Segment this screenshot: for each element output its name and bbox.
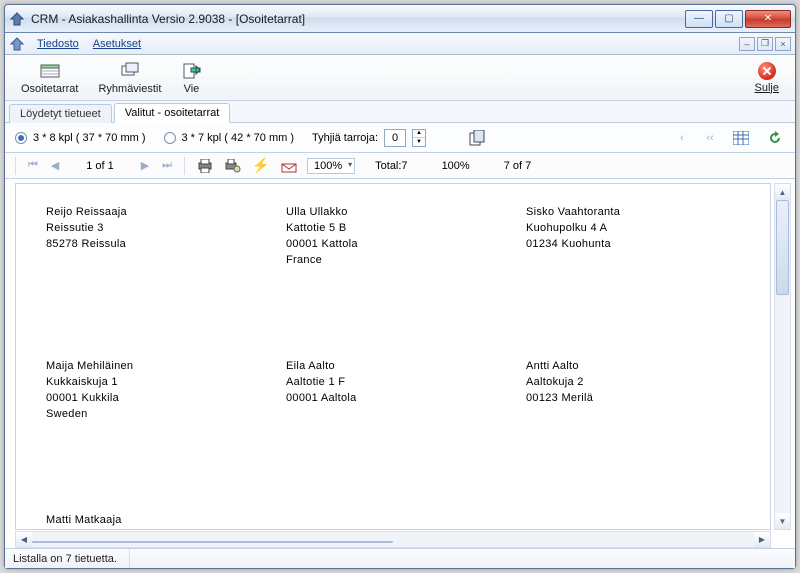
address-label: Maija MehiläinenKukkaiskuja 100001 Kukki… [46, 358, 286, 422]
empty-labels-caption: Tyhjiä tarroja: [312, 132, 378, 144]
first-page-button[interactable]: ⏮ [26, 159, 40, 172]
address-label: Eila AaltoAaltotie 1 F00001 Aaltola [286, 358, 526, 422]
format-3x8-label: 3 * 8 kpl ( 37 * 70 mm ) [33, 132, 146, 144]
window-title: CRM - Asiakashallinta Versio 2.9038 - [O… [31, 12, 683, 26]
menu-settings[interactable]: Asetukset [87, 36, 147, 52]
tabstrip: Löydetyt tietueet Valitut - osoitetarrat [5, 101, 795, 123]
label-page: Reijo ReissaajaReissutie 385278 Reissula… [46, 204, 766, 528]
scroll-thumb[interactable] [776, 200, 789, 295]
labels-button[interactable]: Osoitetarrat [11, 57, 88, 99]
format-3x7-radio[interactable]: 3 * 7 kpl ( 42 * 70 mm ) [164, 132, 295, 144]
groupmsg-icon [120, 61, 140, 81]
refresh-button[interactable] [765, 129, 785, 147]
label-grid: Reijo ReissaajaReissutie 385278 Reissula… [46, 204, 766, 528]
groupmsg-button-label: Ryhmäviestit [98, 83, 161, 95]
export-button-label: Vie [184, 83, 200, 95]
status-text: Listalla on 7 tietuetta. [13, 549, 130, 568]
mdi-restore-button[interactable]: ❐ [757, 37, 773, 51]
export-report-button[interactable] [279, 157, 299, 175]
document-area: Reijo ReissaajaReissutie 385278 Reissula… [5, 179, 795, 548]
mdi-close-button[interactable]: × [775, 37, 791, 51]
address-label: Ulla UllakkoKattotie 5 B00001 KattolaFra… [286, 204, 526, 268]
horizontal-scrollbar[interactable]: ◀ ▶ [15, 531, 771, 548]
total-label: Total:7 [375, 160, 407, 172]
print-button[interactable] [195, 157, 215, 175]
labels-icon [40, 61, 60, 81]
tab-found[interactable]: Löydetyt tietueet [9, 104, 112, 123]
format-3x8-radio[interactable]: 3 * 8 kpl ( 37 * 70 mm ) [15, 132, 146, 144]
hscroll-thumb[interactable] [32, 541, 393, 543]
mdi-buttons: – ❐ × [739, 37, 791, 51]
copy-button[interactable] [468, 129, 488, 147]
document-pane[interactable]: Reijo ReissaajaReissutie 385278 Reissula… [15, 183, 771, 530]
address-label: Antti AaltoAaltokuja 200123 Merilä [526, 358, 766, 422]
home-icon [9, 36, 25, 52]
close-button[interactable]: Sulje [745, 57, 789, 99]
empty-labels-spinner[interactable]: ▲▼ [412, 129, 426, 147]
groupmsg-button[interactable]: Ryhmäviestit [88, 57, 171, 99]
report-toolbar: ⏮ ◀ 1 of 1 ▶ ⏭ ⚡ 100% Total:7 100% 7 of … [5, 153, 795, 179]
page-of-label: 1 of 1 [70, 160, 130, 172]
export-button[interactable]: Vie [171, 57, 211, 99]
close-button-label: Sulje [755, 82, 779, 94]
mdi-minimize-button[interactable]: – [739, 37, 755, 51]
print-setup-button[interactable] [223, 157, 243, 175]
nav-left-single-icon[interactable]: ‹ [675, 132, 689, 144]
labels-button-label: Osoitetarrat [21, 83, 78, 95]
export-icon [181, 61, 201, 81]
next-page-button[interactable]: ▶ [138, 159, 152, 172]
pct-label: 100% [442, 160, 470, 172]
empty-labels-field: Tyhjiä tarroja: 0 ▲▼ [312, 129, 426, 147]
empty-labels-value[interactable]: 0 [384, 129, 406, 147]
statusbar: Listalla on 7 tietuetta. [5, 548, 795, 568]
app-icon [9, 11, 25, 27]
main-toolbar: Osoitetarrat Ryhmäviestit Vie Sulje [5, 55, 795, 101]
menu-file[interactable]: Tiedosto [31, 36, 85, 52]
grid-view-button[interactable] [731, 129, 751, 147]
titlebar: CRM - Asiakashallinta Versio 2.9038 - [O… [5, 5, 795, 33]
menubar: Tiedosto Asetukset – ❐ × [5, 33, 795, 55]
window-buttons: — ▢ ✕ [683, 10, 791, 28]
format-3x7-label: 3 * 7 kpl ( 42 * 70 mm ) [182, 132, 295, 144]
zoom-select[interactable]: 100% [307, 158, 355, 174]
window-close-button[interactable]: ✕ [745, 10, 791, 28]
minimize-button[interactable]: — [685, 10, 713, 28]
tab-selected[interactable]: Valitut - osoitetarrat [114, 103, 231, 123]
nav-left-double-icon[interactable]: ‹‹ [703, 132, 717, 144]
vertical-scrollbar[interactable]: ▲ ▼ [774, 183, 791, 530]
prev-page-button[interactable]: ◀ [48, 159, 62, 172]
address-label: Matti Matkaaja [46, 512, 286, 528]
close-icon [758, 62, 776, 80]
maximize-button[interactable]: ▢ [715, 10, 743, 28]
options-bar: 3 * 8 kpl ( 37 * 70 mm ) 3 * 7 kpl ( 42 … [5, 123, 795, 153]
address-label: Sisko VaahtorantaKuohupolku 4 A01234 Kuo… [526, 204, 766, 268]
address-label: Reijo ReissaajaReissutie 385278 Reissula [46, 204, 286, 268]
last-page-button[interactable]: ⏭ [160, 159, 174, 172]
count-label: 7 of 7 [504, 160, 532, 172]
scroll-left-button[interactable]: ◀ [16, 532, 32, 547]
options-right: ‹ ‹‹ [675, 129, 785, 147]
scroll-down-button[interactable]: ▼ [775, 513, 790, 529]
app-window: CRM - Asiakashallinta Versio 2.9038 - [O… [4, 4, 796, 569]
scroll-up-button[interactable]: ▲ [775, 184, 790, 200]
scroll-right-button[interactable]: ▶ [754, 532, 770, 547]
refresh-report-button[interactable]: ⚡ [251, 157, 271, 175]
